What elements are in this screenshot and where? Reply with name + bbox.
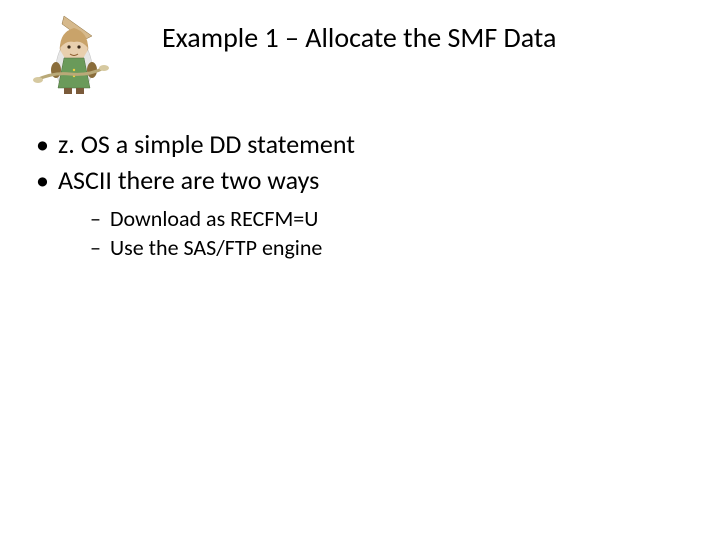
- sub-bullet-item: Download as RECFM=U: [82, 204, 688, 234]
- bullet-item: z. OS a simple DD statement: [28, 128, 688, 162]
- bullet-text: z. OS a simple DD statement: [58, 128, 355, 160]
- slide-title: Example 1 – Allocate the SMF Data: [162, 20, 682, 55]
- sub-bullet-text: Use the SAS/FTP engine: [110, 234, 322, 261]
- wizard-illustration-icon: [30, 14, 120, 96]
- bullet-text: ASCII there are two ways: [58, 164, 319, 196]
- sub-bullet-item: Use the SAS/FTP engine: [82, 233, 688, 263]
- bullet-item: ASCII there are two ways Download as REC…: [28, 164, 688, 263]
- sub-bullet-text: Download as RECFM=U: [110, 205, 318, 232]
- slide-body: z. OS a simple DD statement ASCII there …: [28, 128, 688, 265]
- slide: Example 1 – Allocate the SMF Data z. OS …: [0, 0, 720, 540]
